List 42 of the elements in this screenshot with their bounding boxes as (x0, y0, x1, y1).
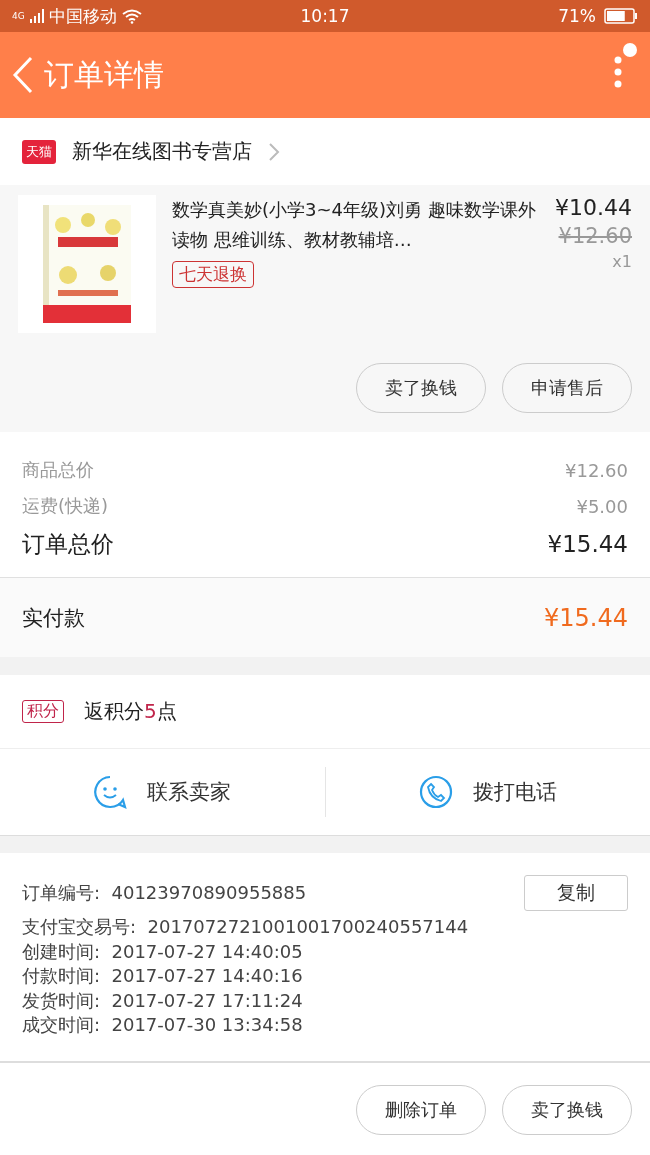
action-button[interactable]: 删除订单 (356, 1084, 486, 1135)
quantity-label: x1 (612, 252, 632, 271)
original-price: ¥12.60 (558, 224, 632, 248)
info-text: 发货时间: 2017-07-27 17:11:24 (22, 988, 303, 1013)
carrier-label: 中国移动 (48, 4, 117, 28)
chat-button[interactable]: 联系卖家 (0, 774, 325, 810)
action-button[interactable]: 卖了换钱 (502, 1084, 632, 1135)
info-text: 订单编号: 40123970890955885 (22, 881, 307, 905)
paid-label: 实付款 (22, 604, 85, 632)
info-text: 创建时间: 2017-07-27 14:40:05 (22, 939, 303, 964)
action-button[interactable]: 申请售后 (502, 363, 632, 413)
info-text: 成交时间: 2017-07-30 13:34:58 (22, 1013, 303, 1038)
action-button[interactable]: 卖了换钱 (356, 363, 486, 413)
battery-percent: 71% (558, 6, 596, 26)
phone-icon (418, 775, 453, 809)
network-label: 4G (12, 11, 25, 21)
return-tag: 七天退换 (172, 261, 254, 288)
summary-value: ¥12.60 (565, 459, 628, 481)
summary-label: 运费(快递) (22, 494, 109, 518)
info-text: 支付宝交易号: 2017072721001001700240557144 (22, 915, 469, 940)
chevron-right-icon (268, 141, 280, 162)
copy-button[interactable]: 复制 (524, 875, 628, 911)
back-icon[interactable] (12, 56, 34, 94)
product-title[interactable]: 数学真美妙(小学3~4年级)刘勇 趣味数学课外读物 思维训练、教材教辅培… (172, 195, 536, 255)
clock-time: 10:17 (300, 6, 350, 26)
store-row[interactable]: 天猫 新华在线图书专营店 (0, 118, 650, 185)
summary-label: 订单总价 (22, 529, 114, 559)
summary-label: 商品总价 (22, 458, 94, 482)
wifi-icon (120, 8, 143, 24)
info-text: 付款时间: 2017-07-27 14:40:16 (22, 964, 303, 989)
summary-value: ¥15.44 (547, 531, 628, 557)
points-badge: 积分 (22, 700, 64, 723)
points-text: 返积分5点 (84, 698, 177, 725)
summary-value: ¥5.00 (576, 495, 628, 517)
page-title: 订单详情 (44, 55, 165, 94)
signal-icon (28, 8, 45, 24)
product-price: ¥10.44 (555, 195, 632, 220)
store-badge: 天猫 (22, 139, 56, 164)
paid-amount: ¥15.44 (544, 603, 628, 632)
call-button[interactable]: 拨打电话 (325, 774, 650, 810)
store-name: 新华在线图书专营店 (72, 138, 252, 165)
chat-bubble-icon (93, 775, 128, 809)
